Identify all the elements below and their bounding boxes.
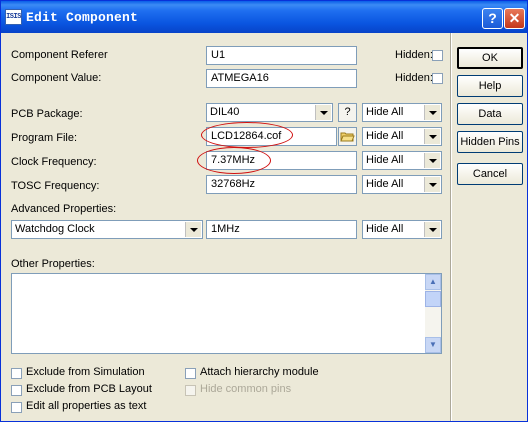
other-properties-textarea[interactable]: ▲ ▼ [11, 273, 442, 354]
reference-input[interactable]: U1 [206, 46, 357, 65]
advanced-property-select[interactable]: Watchdog Clock [11, 220, 203, 239]
exclude-simulation-checkbox[interactable] [11, 368, 22, 379]
cancel-button[interactable]: Cancel [457, 163, 523, 185]
hidden-pins-button[interactable]: Hidden Pins [457, 131, 523, 153]
advanced-value-input[interactable]: 1MHz [206, 220, 357, 239]
edit-all-label[interactable]: Edit all properties as text [26, 400, 146, 412]
value-hidden-label: Hidden: [395, 72, 433, 84]
clock-visibility-select[interactable]: Hide All [362, 151, 442, 170]
chevron-down-icon[interactable] [424, 153, 440, 168]
pcb-package-value: DIL40 [210, 106, 240, 118]
advanced-visibility-value: Hide All [366, 223, 404, 235]
program-file-label: Program File: [11, 132, 78, 144]
attach-hierarchy-checkbox[interactable] [185, 368, 196, 379]
close-icon[interactable]: ✕ [504, 8, 525, 29]
value-hidden-checkbox[interactable] [432, 73, 443, 84]
reference-hidden-label: Hidden: [395, 49, 433, 61]
data-button[interactable]: Data [457, 103, 523, 125]
attach-hierarchy-label[interactable]: Attach hierarchy module [200, 366, 319, 378]
reference-label: Component Referer [11, 49, 108, 61]
window-title: Edit Component [26, 10, 139, 25]
help-title-button[interactable]: ? [482, 8, 503, 29]
program-visibility-select[interactable]: Hide All [362, 127, 442, 146]
advanced-visibility-select[interactable]: Hide All [362, 220, 442, 239]
edit-all-checkbox[interactable] [11, 402, 22, 413]
chevron-down-icon[interactable] [424, 105, 440, 120]
hide-common-pins-checkbox [185, 385, 196, 396]
tosc-visibility-select[interactable]: Hide All [362, 175, 442, 194]
ok-button[interactable]: OK [457, 47, 523, 69]
chevron-down-icon[interactable] [424, 129, 440, 144]
pcb-query-button[interactable]: ? [338, 103, 357, 122]
tosc-visibility-value: Hide All [366, 178, 404, 190]
chevron-down-icon[interactable] [315, 105, 331, 120]
tosc-frequency-label: TOSC Frequency: [11, 180, 100, 192]
program-visibility-value: Hide All [366, 130, 404, 142]
pcb-package-label: PCB Package: [11, 108, 83, 120]
chevron-down-icon[interactable] [424, 222, 440, 237]
exclude-simulation-label[interactable]: Exclude from Simulation [26, 366, 145, 378]
dialog-body: Component Referer U1 Hidden: Component V… [2, 33, 528, 421]
reference-hidden-checkbox[interactable] [432, 50, 443, 61]
value-label: Component Value: [11, 72, 102, 84]
value-input[interactable]: ATMEGA16 [206, 69, 357, 88]
title-bar[interactable]: ISIS Edit Component ? ✕ [1, 1, 527, 33]
chevron-down-icon[interactable] [424, 177, 440, 192]
advanced-property-value: Watchdog Clock [15, 223, 95, 235]
scroll-up-icon[interactable]: ▲ [425, 274, 441, 290]
chevron-down-icon[interactable] [185, 222, 201, 237]
pcb-package-select[interactable]: DIL40 [206, 103, 333, 122]
exclude-pcb-label[interactable]: Exclude from PCB Layout [26, 383, 152, 395]
clock-visibility-value: Hide All [366, 154, 404, 166]
help-button[interactable]: Help [457, 75, 523, 97]
pcb-visibility-value: Hide All [366, 106, 404, 118]
scroll-down-icon[interactable]: ▼ [425, 337, 441, 353]
program-file-input[interactable]: LCD12864.cof [206, 127, 337, 146]
tosc-frequency-input[interactable]: 32768Hz [206, 175, 357, 194]
folder-icon[interactable] [338, 127, 357, 146]
advanced-properties-label: Advanced Properties: [11, 203, 117, 215]
other-properties-label: Other Properties: [11, 258, 95, 270]
edit-component-dialog: ISIS Edit Component ? ✕ Component Refere… [0, 0, 528, 422]
vertical-separator [450, 33, 452, 421]
clock-frequency-label: Clock Frequency: [11, 156, 97, 168]
vertical-scrollbar[interactable]: ▲ ▼ [425, 274, 441, 353]
clock-frequency-input[interactable]: 7.37MHz [206, 151, 357, 170]
isis-app-icon: ISIS [5, 9, 22, 25]
pcb-visibility-select[interactable]: Hide All [362, 103, 442, 122]
scroll-thumb[interactable] [425, 291, 441, 307]
hide-common-pins-label: Hide common pins [200, 383, 292, 395]
exclude-pcb-checkbox[interactable] [11, 385, 22, 396]
